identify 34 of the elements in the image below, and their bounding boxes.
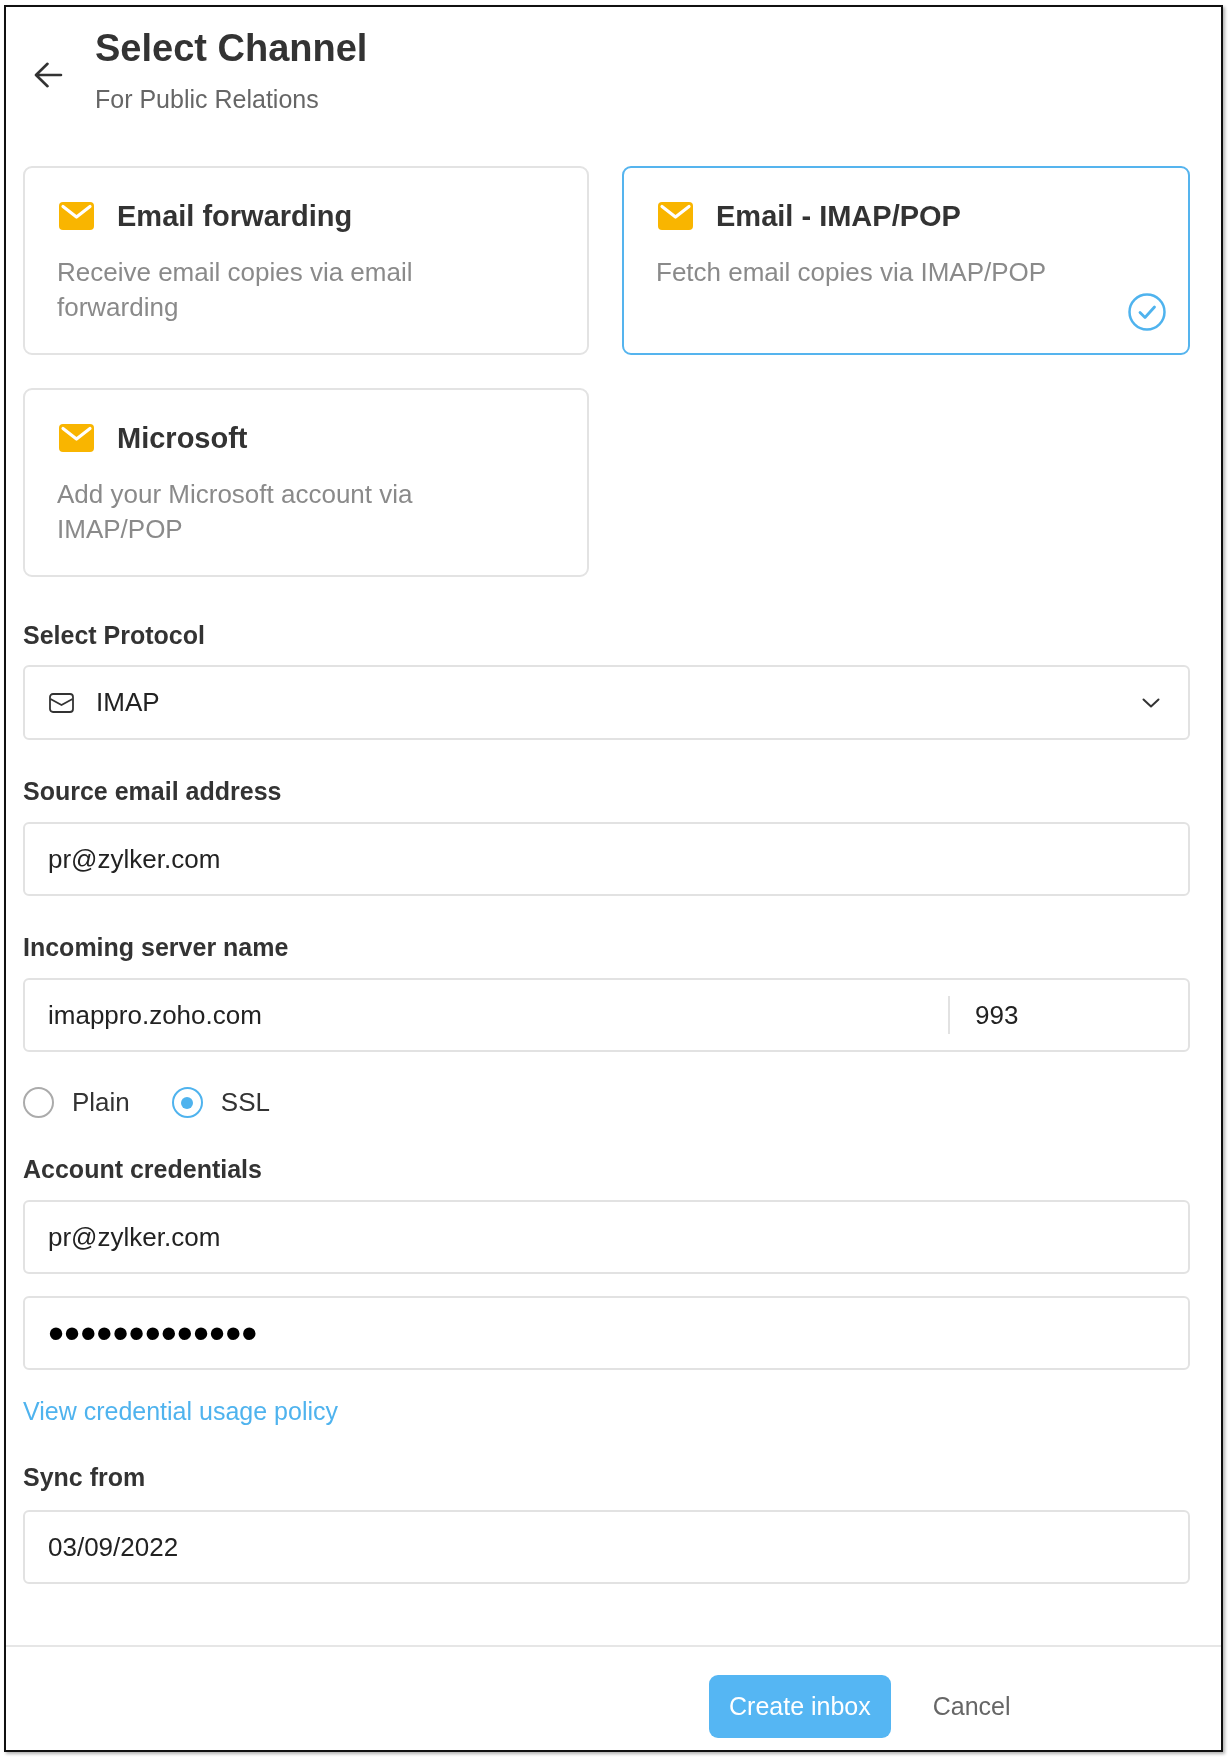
envelope-icon xyxy=(59,424,94,452)
check-circle-icon xyxy=(1128,293,1166,331)
channel-title: Email - IMAP/POP xyxy=(716,199,961,234)
channel-title: Email forwarding xyxy=(117,199,353,234)
date-input[interactable]: 03/09/2022 xyxy=(23,1510,1190,1584)
envelope-icon xyxy=(59,202,94,230)
dialog-subtitle: For Public Relations xyxy=(95,84,320,115)
server-host-input[interactable]: imappro.zoho.com xyxy=(25,980,948,1050)
channel-card[interactable]: Email forwarding Receive email copies via email forwarding xyxy=(23,166,589,355)
username-input[interactable]: pr@zylker.com xyxy=(23,1200,1190,1274)
server-field[interactable]: imappro.zoho.com 993 xyxy=(23,978,1190,1052)
channel-description: Receive email copies via email forwarding xyxy=(57,256,414,324)
password-input[interactable]: ••••••••••••• xyxy=(23,1296,1190,1370)
chevron-down-icon xyxy=(1142,697,1160,708)
field-label: Sync from xyxy=(23,1462,147,1493)
cancel-button[interactable]: Cancel xyxy=(932,1675,1011,1738)
field-label: Account credentials xyxy=(23,1154,263,1185)
envelope-icon xyxy=(49,692,74,713)
channel-card[interactable]: Microsoft Add your Microsoft account via IMAP/POP xyxy=(23,388,589,577)
field-label: Select Protocol xyxy=(23,620,206,651)
back-arrow-icon[interactable] xyxy=(34,62,63,88)
channel-description: Add your Microsoft account via IMAP/POP xyxy=(57,478,414,546)
field-label: Source email address xyxy=(23,776,283,807)
protocol-select[interactable]: IMAP xyxy=(23,665,1190,740)
dialog-title: Select Channel xyxy=(95,26,368,71)
channel-description: Fetch email copies via IMAP/POP xyxy=(656,256,1048,289)
field-label: Incoming server name xyxy=(23,932,290,963)
channel-card[interactable]: Email - IMAP/POP Fetch email copies via IMAP/POP xyxy=(622,166,1190,355)
radio-option[interactable]: SSL xyxy=(171,1087,270,1118)
port-input[interactable]: 993 xyxy=(950,980,1188,1050)
radio-option[interactable]: Plain xyxy=(23,1087,130,1118)
email-input[interactable]: pr@zylker.com xyxy=(23,822,1190,896)
envelope-icon xyxy=(658,202,693,230)
channel-title: Microsoft xyxy=(117,421,248,456)
